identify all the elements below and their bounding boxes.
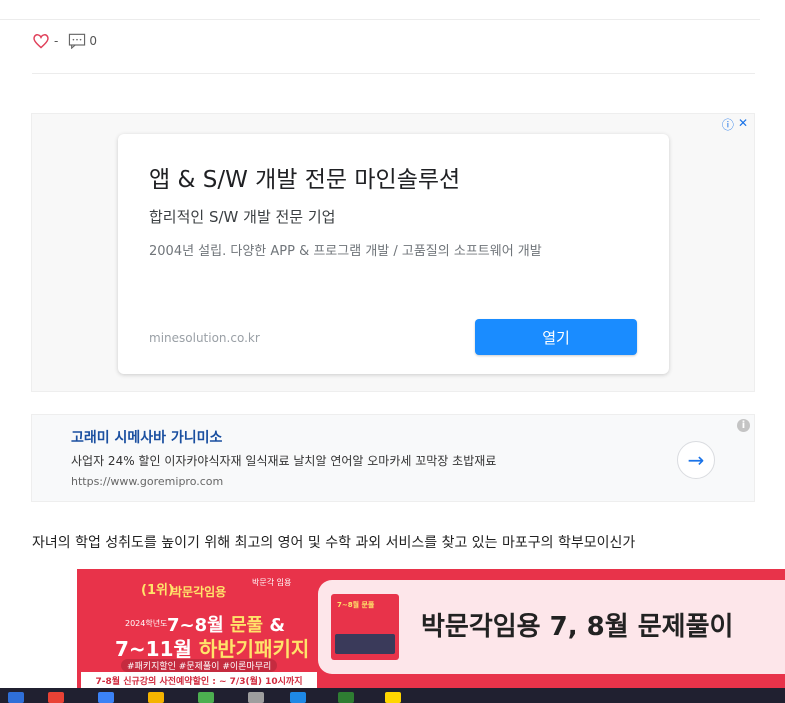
ad-subtitle: 합리적인 S/W 개발 전문 기업 bbox=[149, 208, 336, 226]
banner-right-panel[interactable]: 7~8월 문풀 박문각임용 7, 8월 문제풀이 bbox=[318, 580, 785, 674]
taskbar-app-icon[interactable] bbox=[198, 692, 214, 703]
banner-rank: (1위) bbox=[141, 583, 174, 598]
taskbar-app-icon[interactable] bbox=[248, 692, 264, 703]
banner-preorder: 7-8월 신규강의 사전예약할인 : ~ 7/3(월) 10시까지 bbox=[81, 672, 317, 688]
comment-icon[interactable] bbox=[68, 33, 86, 49]
taskbar bbox=[0, 688, 785, 703]
info-icon[interactable]: i bbox=[737, 419, 750, 432]
taskbar-app-icon[interactable] bbox=[98, 692, 114, 703]
adchoices[interactable]: ⓘ ✕ bbox=[722, 116, 748, 133]
banner-line2-b: 하반기패키지 bbox=[198, 637, 310, 661]
taskbar-app-icon[interactable] bbox=[8, 692, 24, 703]
heart-icon[interactable] bbox=[32, 33, 50, 49]
banner-year: 2024학년도 bbox=[125, 619, 168, 628]
ad-display-1[interactable]: ⓘ ✕ 앱 & S/W 개발 전문 마인솔루션 합리적인 S/W 개발 전문 기… bbox=[31, 113, 755, 392]
info-icon[interactable]: ⓘ bbox=[722, 116, 734, 133]
taskbar-app-icon[interactable] bbox=[48, 692, 64, 703]
like-count: - bbox=[54, 34, 59, 48]
ad2-description: 사업자 24% 할인 이자카야식자재 일식재료 날치알 연어알 오마카세 꼬막장… bbox=[71, 454, 497, 468]
banner-ad[interactable]: (1위) 박문각임용 박문각 임용 2024학년도 7~8월 문풀 & 7~11… bbox=[6, 564, 785, 688]
ad-description: 2004년 설립. 다양한 APP & 프로그램 개발 / 고품질의 소프트웨어… bbox=[149, 244, 542, 259]
banner-thumbnail: 7~8월 문풀 bbox=[331, 594, 399, 660]
comment-count: 0 bbox=[89, 34, 97, 48]
taskbar-app-icon[interactable] bbox=[385, 692, 401, 703]
ad2-title[interactable]: 고래미 시메사바 가니미소 bbox=[71, 427, 222, 447]
top-divider bbox=[0, 19, 760, 20]
taskbar-app-icon[interactable] bbox=[290, 692, 306, 703]
banner-line2-a: 7~11월 bbox=[115, 637, 192, 661]
post-meta: - 0 bbox=[32, 31, 97, 51]
ad-card[interactable]: 앱 & S/W 개발 전문 마인솔루션 합리적인 S/W 개발 전문 기업 20… bbox=[118, 134, 669, 374]
banner-headline[interactable]: 박문각임용 7, 8월 문제풀이 bbox=[421, 606, 733, 643]
meta-divider bbox=[32, 73, 755, 74]
taskbar-app-icon[interactable] bbox=[338, 692, 354, 703]
ad-title[interactable]: 앱 & S/W 개발 전문 마인솔루션 bbox=[149, 160, 460, 194]
ad2-url[interactable]: https://www.goremipro.com bbox=[71, 475, 223, 488]
close-icon[interactable]: ✕ bbox=[738, 116, 748, 133]
banner-left-panel[interactable]: (1위) 박문각임용 박문각 임용 2024학년도 7~8월 문풀 & 7~11… bbox=[81, 569, 317, 688]
article-paragraph: 자녀의 학업 성취도를 높이기 위해 최고의 영어 및 수학 과외 서비스를 찾… bbox=[32, 535, 636, 551]
banner-logo: 박문각 임용 bbox=[252, 578, 292, 587]
banner-line-2: 7~11월 하반기패키지 bbox=[115, 633, 309, 662]
thumbnail-photo bbox=[335, 634, 395, 654]
ad-domain[interactable]: minesolution.co.kr bbox=[149, 331, 260, 345]
banner-tags: #패키지할인 #문제풀이 #이론마무리 bbox=[121, 659, 278, 672]
thumbnail-text: 7~8월 문풀 bbox=[337, 601, 375, 609]
banner-publisher: 박문각임용 bbox=[171, 585, 227, 599]
taskbar-app-icon[interactable] bbox=[148, 692, 164, 703]
open-button[interactable]: 열기 bbox=[475, 319, 637, 355]
ad-text-2[interactable]: 고래미 시메사바 가니미소 사업자 24% 할인 이자카야식자재 일식재료 날치… bbox=[31, 414, 755, 502]
arrow-right-icon[interactable]: → bbox=[677, 441, 715, 479]
